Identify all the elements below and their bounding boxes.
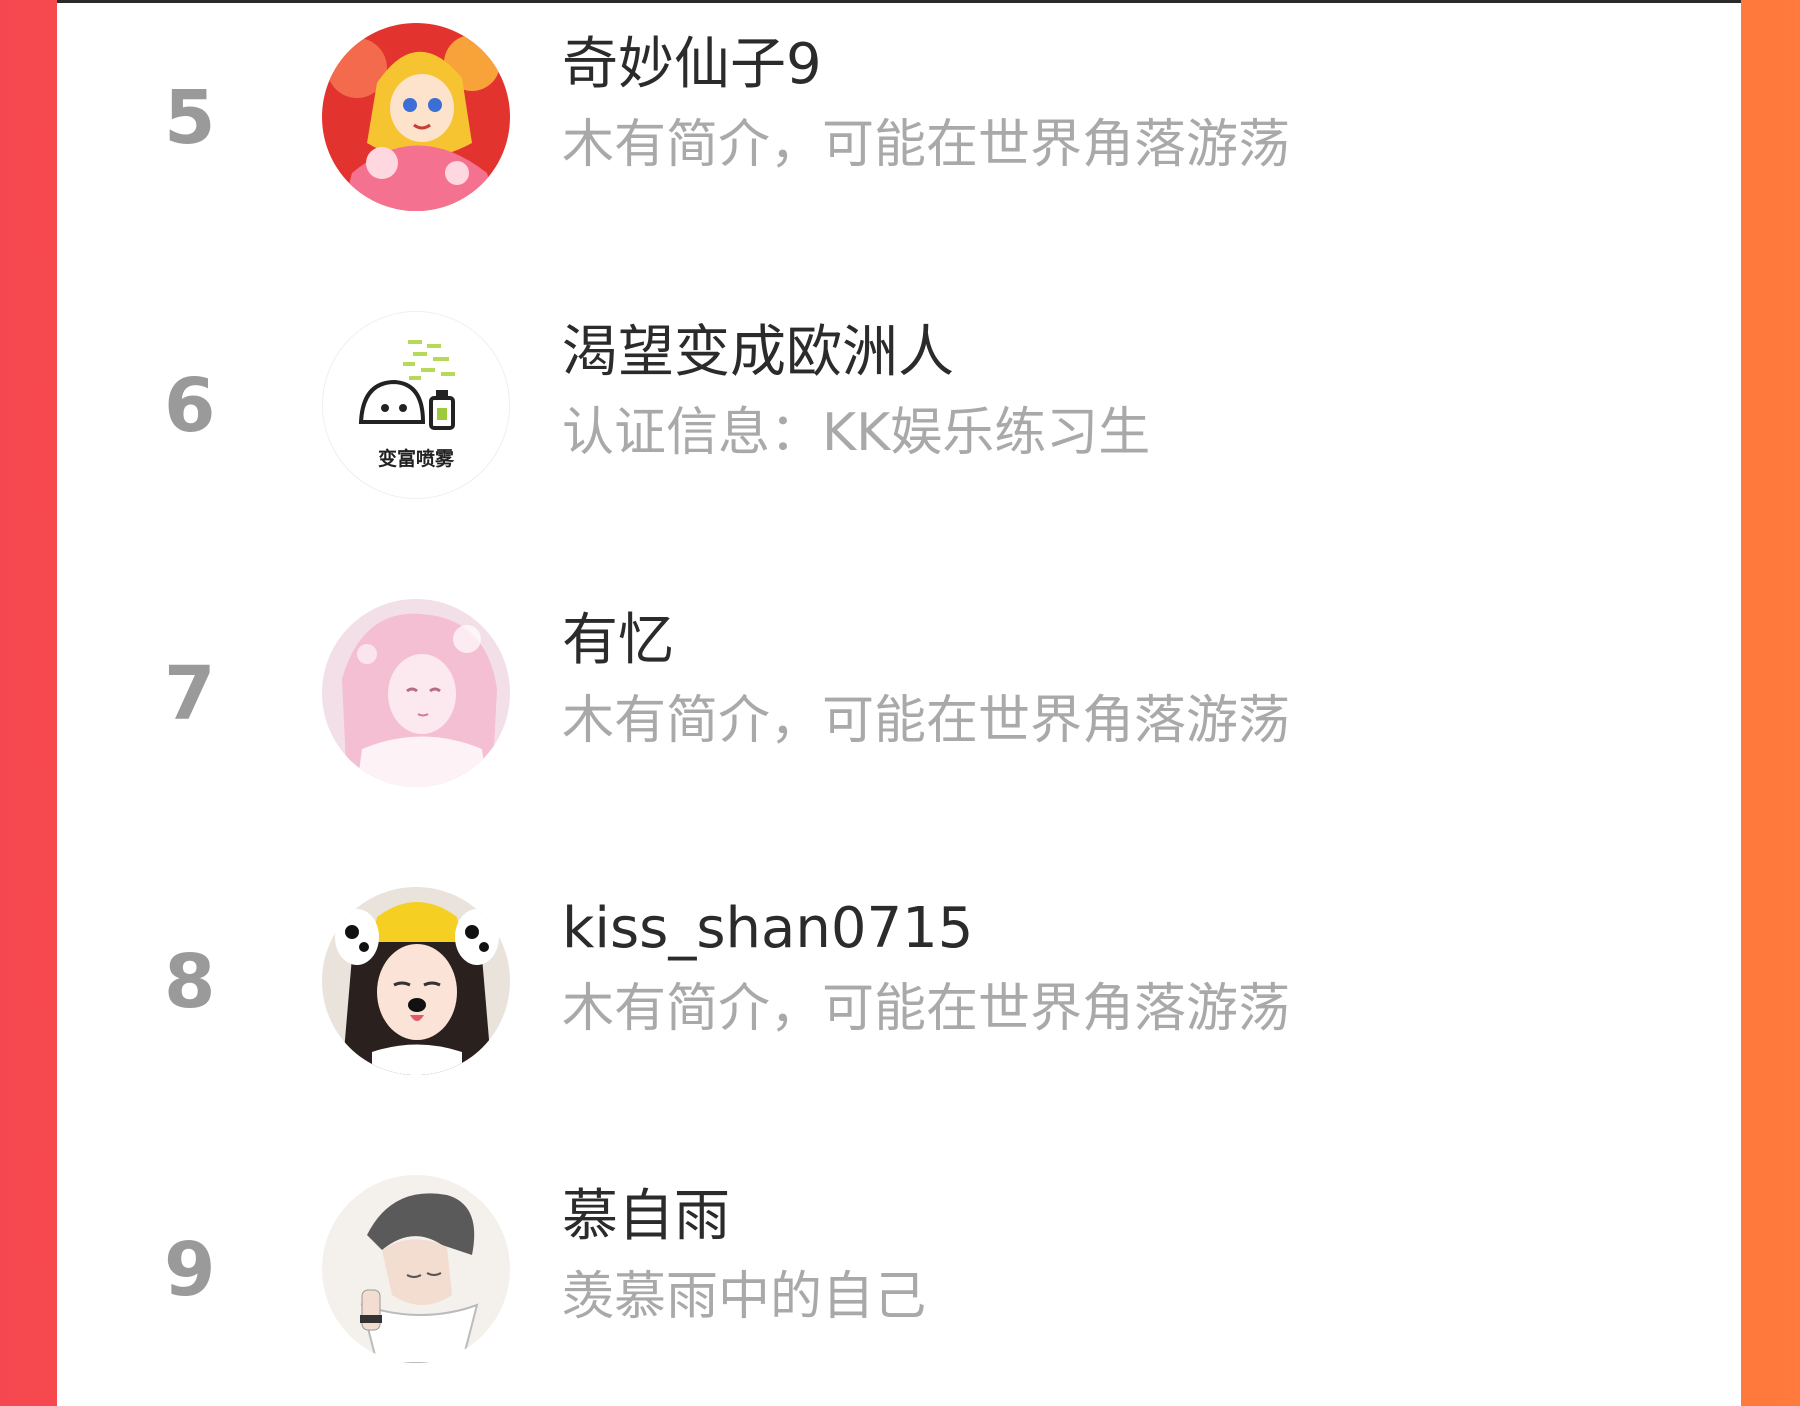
- pink-anime-girl-avatar-icon: [322, 599, 510, 787]
- user-name[interactable]: kiss_shan0715: [562, 893, 973, 965]
- rank-number: 5: [164, 75, 216, 161]
- cartoon-princess-avatar-icon[interactable]: [322, 23, 510, 211]
- user-bio: 木有简介，可能在世界角落游荡: [562, 979, 1291, 1039]
- avatar-caption: 变富喷雾: [377, 448, 454, 470]
- user-bio: 认证信息：KK娱乐练习生: [562, 403, 1151, 463]
- user-bio: 木有简介，可能在世界角落游荡: [562, 691, 1291, 751]
- ranking-row-9[interactable]: 9 慕自雨 羡慕雨中的自己: [57, 1175, 1741, 1375]
- girl-dog-filter-avatar-icon[interactable]: [322, 887, 510, 1075]
- ranking-row-6[interactable]: 6 变富喷雾 渴望变成欧洲人 认证信息：KK娱乐练习生: [57, 311, 1741, 511]
- ranking-row-5[interactable]: 5 奇妙仙子9 木有简介，可能在世界角落游荡: [57, 23, 1741, 223]
- girl-dog-filter-avatar-icon: [322, 887, 510, 1075]
- rank-number: 8: [164, 939, 216, 1025]
- rank-number: 6: [164, 363, 216, 449]
- ranking-card: 5 奇妙仙子9 木有简介，可能在世界角落游荡 6 变富喷雾 渴望变成欧洲人 认证…: [57, 0, 1741, 1406]
- sketch-boy-avatar-icon[interactable]: [322, 1175, 510, 1363]
- cartoon-princess-avatar-icon: [322, 23, 510, 211]
- rank-number: 7: [164, 651, 216, 737]
- ranking-row-8[interactable]: 8 kiss_shan0715 木有简介，可能在世界角落游荡: [57, 887, 1741, 1087]
- sketch-boy-avatar-icon: [322, 1175, 510, 1363]
- user-bio: 羡慕雨中的自己: [562, 1267, 927, 1327]
- user-name[interactable]: 有忆: [562, 605, 674, 677]
- ranking-row-7[interactable]: 7 有忆 木有简介，可能在世界角落游荡: [57, 599, 1741, 799]
- rank-number: 9: [164, 1227, 216, 1313]
- cartoon-spray-avatar-icon[interactable]: 变富喷雾: [322, 311, 510, 499]
- user-bio: 木有简介，可能在世界角落游荡: [562, 115, 1291, 175]
- user-name[interactable]: 奇妙仙子9: [562, 29, 822, 101]
- user-name[interactable]: 渴望变成欧洲人: [562, 317, 954, 389]
- pink-anime-girl-avatar-icon[interactable]: [322, 599, 510, 787]
- user-name[interactable]: 慕自雨: [562, 1181, 730, 1253]
